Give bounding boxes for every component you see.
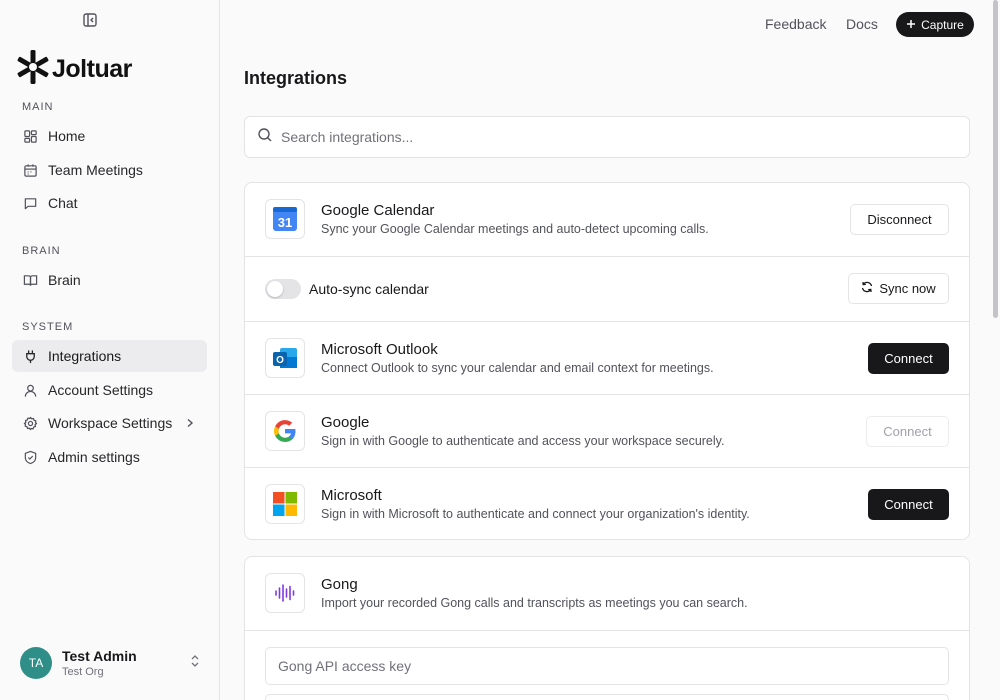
sidebar-item-label: Home — [48, 128, 86, 144]
sidebar-item-label: Integrations — [48, 348, 122, 364]
grid-icon — [22, 128, 38, 144]
connect-microsoft-button[interactable]: Connect — [868, 489, 949, 520]
sidebar-collapse-icon[interactable] — [82, 12, 98, 28]
integration-description: Sync your Google Calendar meetings and a… — [321, 222, 709, 236]
user-org: Test Org — [62, 666, 104, 678]
connect-outlook-button[interactable]: Connect — [868, 343, 949, 374]
topbar — [220, 0, 1000, 48]
integration-description: Import your recorded Gong calls and tran… — [321, 596, 748, 610]
scrollbar-thumb[interactable] — [993, 0, 998, 318]
search-input[interactable] — [281, 129, 931, 145]
user-icon — [22, 382, 38, 398]
capture-button[interactable]: Capture — [896, 12, 974, 37]
disconnect-button[interactable]: Disconnect — [850, 204, 949, 235]
gong-api-key-input[interactable] — [265, 647, 949, 685]
auto-sync-toggle[interactable] — [265, 279, 301, 299]
sidebar-item-label: Team Meetings — [48, 162, 143, 178]
gong-card: Gong Import your recorded Gong calls and… — [244, 556, 970, 700]
section-label-main: MAIN — [22, 101, 54, 113]
integration-title: Gong — [321, 576, 358, 593]
integration-row-google-calendar: 31 Google Calendar Sync your Google Cale… — [245, 183, 969, 256]
gong-secret-input[interactable] — [265, 694, 949, 700]
svg-text:O: O — [276, 355, 284, 366]
integration-row-microsoft-outlook: O Microsoft Outlook Connect Outlook to s… — [245, 321, 969, 394]
integration-description: Sign in with Google to authenticate and … — [321, 434, 725, 448]
gong-icon — [265, 573, 305, 613]
plus-icon — [906, 18, 916, 32]
search-box — [244, 116, 970, 158]
sync-now-label: Sync now — [879, 281, 936, 296]
integration-title: Google — [321, 414, 370, 431]
integration-row-google: Google Sign in with Google to authentica… — [245, 394, 969, 467]
logo-text: Joltuar — [52, 55, 132, 83]
search-icon — [257, 127, 273, 148]
sidebar-item-team-meetings[interactable]: Team Meetings — [12, 154, 207, 186]
google-calendar-icon: 31 — [265, 199, 305, 239]
integration-title: Microsoft Outlook — [321, 341, 438, 358]
shield-check-icon — [22, 449, 38, 465]
sidebar-item-account-settings[interactable]: Account Settings — [12, 374, 207, 406]
calendar-icon — [22, 162, 38, 178]
sidebar: Joltuar MAIN Home Team Meetings Chat BRA… — [0, 0, 220, 700]
sidebar-item-brain[interactable]: Brain — [12, 264, 207, 296]
page-title: Integrations — [244, 68, 348, 88]
section-label-brain: BRAIN — [22, 245, 61, 257]
toggle-knob — [267, 281, 283, 297]
google-icon — [265, 411, 305, 451]
user-info: Test Admin Test Org — [62, 648, 137, 678]
svg-text:31: 31 — [278, 215, 292, 230]
connect-google-button[interactable]: Connect — [866, 416, 949, 447]
chat-icon — [22, 195, 38, 211]
integrations-card: 31 Google Calendar Sync your Google Cale… — [244, 182, 970, 540]
integration-description: Sign in with Microsoft to authenticate a… — [321, 507, 750, 521]
sync-now-button[interactable]: Sync now — [848, 273, 949, 304]
integration-row-microsoft: Microsoft Sign in with Microsoft to auth… — [245, 467, 969, 540]
app-root: Joltuar MAIN Home Team Meetings Chat BRA… — [0, 0, 1000, 700]
sidebar-item-integrations[interactable]: Integrations — [12, 340, 207, 372]
feedback-link[interactable]: Feedback — [765, 16, 826, 32]
chevron-right-icon — [185, 415, 195, 431]
integration-title: Microsoft — [321, 487, 382, 504]
sidebar-item-chat[interactable]: Chat — [12, 187, 207, 219]
section-label-system: SYSTEM — [22, 321, 74, 333]
auto-sync-label: Auto-sync calendar — [309, 281, 429, 297]
auto-sync-row: Auto-sync calendar Sync now — [245, 256, 969, 321]
sidebar-item-home[interactable]: Home — [12, 120, 207, 152]
refresh-icon — [861, 281, 873, 296]
sidebar-item-admin-settings[interactable]: Admin settings — [12, 441, 207, 473]
integration-title: Google Calendar — [321, 202, 435, 219]
book-icon — [22, 272, 38, 288]
docs-link[interactable]: Docs — [846, 16, 878, 32]
user-menu[interactable]: TA Test Admin Test Org — [20, 647, 200, 679]
plug-icon — [22, 348, 38, 364]
sidebar-item-label: Brain — [48, 272, 81, 288]
capture-label: Capture — [921, 17, 964, 32]
chevrons-up-down-icon — [190, 654, 200, 673]
user-name: Test Admin — [62, 648, 137, 664]
outlook-icon: O — [265, 338, 305, 378]
sidebar-item-label: Account Settings — [48, 382, 154, 398]
sidebar-item-workspace-settings[interactable]: Workspace Settings — [12, 407, 207, 439]
logo-mark-icon — [16, 49, 50, 90]
integration-row-gong: Gong Import your recorded Gong calls and… — [245, 557, 969, 630]
microsoft-icon — [265, 484, 305, 524]
sidebar-item-label: Admin settings — [48, 449, 140, 465]
sidebar-item-label: Workspace Settings — [48, 415, 173, 431]
avatar: TA — [20, 647, 52, 679]
integration-description: Connect Outlook to sync your calendar an… — [321, 361, 714, 375]
gear-icon — [22, 415, 38, 431]
gong-credentials-row — [245, 630, 969, 700]
app-logo[interactable]: Joltuar — [16, 49, 132, 90]
sidebar-item-label: Chat — [48, 195, 78, 211]
